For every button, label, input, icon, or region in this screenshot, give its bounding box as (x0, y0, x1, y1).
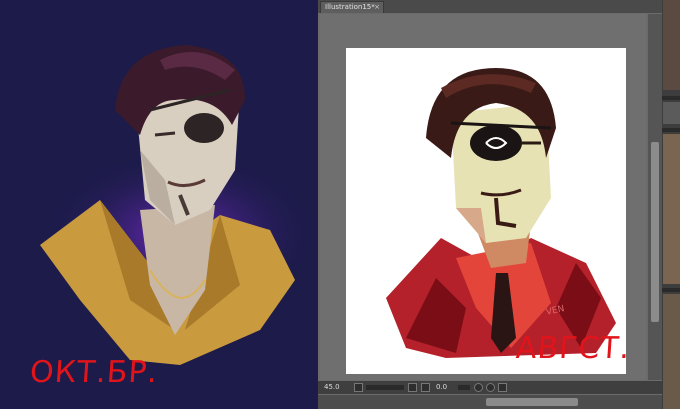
left-portrait-art (0, 0, 318, 409)
right-portrait-art (386, 68, 616, 358)
horizontal-scrollbar[interactable] (318, 395, 662, 409)
flip-icon[interactable] (498, 383, 507, 392)
thumbnail-tile[interactable] (663, 294, 680, 409)
rotate-right-icon[interactable] (486, 383, 495, 392)
zoom-in-icon[interactable] (408, 383, 417, 392)
divider (662, 96, 680, 100)
document-tab[interactable]: Illustration15* × (320, 1, 384, 13)
close-icon[interactable]: × (374, 2, 380, 12)
rotate-slider[interactable] (458, 385, 470, 390)
zoom-out-icon[interactable] (354, 383, 363, 392)
document-tab-label: Illustration15* (325, 3, 375, 11)
horizontal-scroll-thumb[interactable] (486, 398, 578, 406)
left-caption: ОКТ.БР. (28, 355, 160, 390)
thumbnail-tile[interactable] (663, 102, 680, 124)
thumbnail-tile[interactable] (663, 0, 680, 90)
zoom-slider[interactable] (366, 385, 404, 390)
vertical-scrollbar[interactable] (648, 14, 662, 380)
left-painting: ОКТ.БР. (0, 0, 318, 409)
thumbnail-tile[interactable] (663, 134, 680, 284)
status-bar: 45.0 0.0 (318, 381, 662, 394)
document-canvas[interactable]: VEN АВГСТ. (346, 48, 626, 374)
divider (662, 288, 680, 292)
right-caption: АВГСТ. (514, 331, 626, 366)
divider (662, 128, 680, 132)
rotate-left-icon[interactable] (474, 383, 483, 392)
vertical-scroll-thumb[interactable] (651, 142, 659, 322)
fit-icon[interactable] (421, 383, 430, 392)
tab-bar: Illustration15* × (318, 0, 662, 13)
zoom-value[interactable]: 45.0 (324, 383, 350, 392)
side-panel-strip (662, 0, 680, 409)
app-window: Illustration15* × VEN АВГСТ. 45.0 0.0 (318, 0, 662, 409)
angle-value[interactable]: 0.0 (436, 383, 456, 392)
canvas-area[interactable]: VEN АВГСТ. (320, 14, 646, 380)
